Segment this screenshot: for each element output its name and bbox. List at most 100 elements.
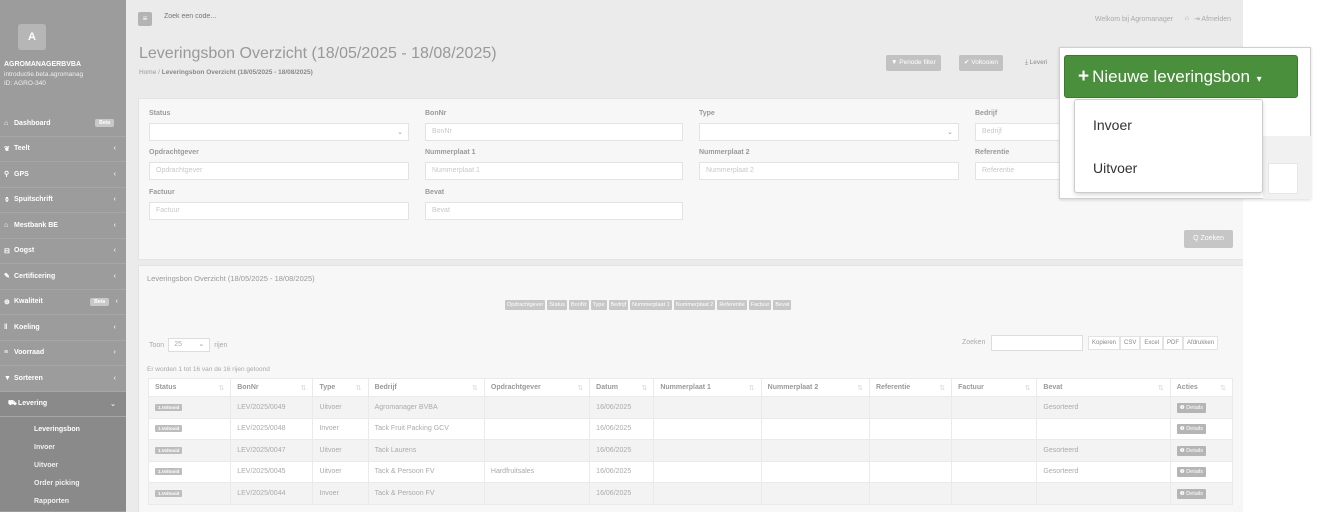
details-button[interactable]: ❶ Details xyxy=(1176,488,1207,499)
sidebar-item-koeling[interactable]: ǁ Koeling ‹ xyxy=(0,315,126,341)
pdf-button[interactable]: PDF xyxy=(1163,336,1184,350)
type-label: Type xyxy=(699,110,715,117)
column-toggle[interactable]: Bedrijf xyxy=(608,300,629,310)
sort-icon: ⇅ xyxy=(641,385,648,392)
column-toggles: Opdrachtgever Status BonNr Type Bedrijf … xyxy=(505,300,792,310)
bevat-cell xyxy=(1036,417,1171,440)
status-badge: 1.Voltooid xyxy=(155,425,183,433)
bevat-cell: Gesorteerd xyxy=(1036,439,1171,462)
column-toggle[interactable]: Nummerplaat 1 xyxy=(630,300,672,310)
sidebar-item-levering[interactable]: ⛟ Levering ⌄ xyxy=(0,391,126,417)
nummerplaat2-label: Nummerplaat 2 xyxy=(699,149,750,156)
home-icon[interactable]: ⌂ xyxy=(1185,15,1189,22)
excel-button[interactable]: Excel xyxy=(1140,336,1164,350)
column-toggle[interactable]: Opdrachtgever xyxy=(505,300,546,310)
top-bar: ≡ Welkom bij Agromanager ⌂ ⇥ Afmelden xyxy=(126,0,1243,40)
table-search-input[interactable] xyxy=(991,335,1083,351)
sidebar-item-label: Sorteren xyxy=(14,374,43,382)
sidebar-item-oogst[interactable]: ⊟ Oogst ‹ xyxy=(0,239,126,264)
sort-icon: ⇅ xyxy=(1157,385,1164,392)
column-header-factuur[interactable]: Factuur ⇅ xyxy=(951,378,1038,397)
table-search-label: Zoeken xyxy=(962,339,986,346)
column-header-nummerplaat2[interactable]: Nummerplaat 2 ⇅ xyxy=(760,378,870,397)
bonnr-label: BonNr xyxy=(425,110,447,117)
menu-toggle-icon[interactable]: ≡ xyxy=(138,12,152,26)
column-header-status[interactable]: Status ⇅ xyxy=(147,378,232,397)
column-toggle[interactable]: Nummerplaat 2 xyxy=(673,300,716,310)
factuur-input[interactable]: Factuur xyxy=(149,202,409,220)
sidebar: A AGROMANAGERBVBA introductie.beta.agrom… xyxy=(0,0,126,512)
page-size-select[interactable]: 25 ⌄ xyxy=(168,338,211,352)
referentie-label: Referentie xyxy=(975,149,1010,156)
column-header-datum[interactable]: Datum ⇅ xyxy=(589,378,655,397)
factuur-cell xyxy=(951,439,1038,462)
sidebar-subitem-leveringsbon[interactable]: Leveringsbon xyxy=(0,421,126,439)
sidebar-subitem-order-picking[interactable]: Order picking xyxy=(0,475,126,493)
column-header-opdrachtgever[interactable]: Opdrachtgever ⇅ xyxy=(483,378,591,397)
logout-link[interactable]: ⇥ Afmelden xyxy=(1194,15,1231,23)
datum-cell: 16/06/2025 xyxy=(589,439,655,462)
menu-item-invoer[interactable]: Invoer xyxy=(1093,117,1132,133)
search-button[interactable]: Q Zoeken xyxy=(1184,230,1233,248)
sidebar-item-gps[interactable]: ⚲ GPS ‹ xyxy=(0,162,126,188)
nummerplaat1-cell xyxy=(653,482,762,505)
sidebar-item-label: Voorraad xyxy=(14,349,45,357)
sidebar-item-certificering[interactable]: ✎ Certificering ‹ xyxy=(0,264,126,290)
sidebar-item-mestbank[interactable]: ⌂ Mestbank BE ‹ xyxy=(0,213,126,239)
bonnr-input[interactable]: BonNr xyxy=(425,123,683,141)
details-button[interactable]: ❶ Details xyxy=(1176,424,1207,435)
sidebar-item-voorraad[interactable]: ≡ Voorraad ‹ xyxy=(0,341,126,366)
csv-button[interactable]: CSV xyxy=(1120,336,1141,350)
sidebar-item-sorteren[interactable]: ▼ Sorteren ‹ xyxy=(0,366,126,392)
column-header-referentie[interactable]: Referentie ⇅ xyxy=(868,378,953,397)
menu-item-uitvoer[interactable]: Uitvoer xyxy=(1093,160,1137,176)
details-button[interactable]: ❶ Details xyxy=(1176,467,1207,478)
type-select[interactable]: ⌄ xyxy=(699,123,959,141)
period-filter-button[interactable]: ▼ Periode filter xyxy=(886,55,941,71)
sidebar-item-dashboard[interactable]: ⌂ Dashboard Beta xyxy=(0,111,126,137)
details-button[interactable]: ❶ Details xyxy=(1176,402,1207,413)
chevron-left-icon: ‹ xyxy=(113,349,116,357)
column-toggle[interactable]: Factuur xyxy=(748,300,772,310)
column-toggle[interactable]: Bevat xyxy=(773,300,792,310)
print-button[interactable]: Afdrukken xyxy=(1183,336,1219,350)
opdrachtgever-cell: Hardfruitsales xyxy=(483,460,591,483)
welcome-text: Welkom bij Agromanager xyxy=(1094,16,1173,23)
new-delivery-note-button[interactable]: + Nieuwe leveringsbon ▾ xyxy=(1064,55,1298,98)
nummerplaat1-cell xyxy=(653,396,762,419)
breadcrumb-home[interactable]: Home xyxy=(139,69,156,76)
column-header-bedrijf[interactable]: Bedrijf ⇅ xyxy=(367,378,485,397)
opdrachtgever-input[interactable]: Opdrachtgever xyxy=(149,162,409,180)
copy-button[interactable]: Kopieren xyxy=(1088,336,1121,350)
sidebar-subitem-invoer[interactable]: Invoer xyxy=(0,439,126,457)
export-button[interactable]: ⤓ Leveri xyxy=(1020,55,1052,71)
referentie-cell xyxy=(868,482,953,505)
details-button[interactable]: ❶ Details xyxy=(1176,445,1207,456)
column-toggle[interactable]: Type xyxy=(590,300,607,310)
sidebar-item-spuitschrift[interactable]: ⚱ Spuitschrift ‹ xyxy=(0,188,126,213)
nummerplaat1-input[interactable]: Nummerplaat 1 xyxy=(425,162,683,180)
code-search-input[interactable] xyxy=(164,13,364,20)
sidebar-item-label: Koeling xyxy=(14,323,40,331)
nummerplaat2-input[interactable]: Nummerplaat 2 xyxy=(699,162,959,180)
sidebar-item-kwaliteit[interactable]: ⊕ Kwaliteit Beta ‹ xyxy=(0,290,126,315)
column-header-acties[interactable]: Acties ⇅ xyxy=(1169,378,1234,397)
referentie-cell xyxy=(868,460,953,483)
column-toggle[interactable]: Referentie xyxy=(717,300,747,310)
column-toggle[interactable]: BonNr xyxy=(568,300,589,310)
column-header-bevat[interactable]: Bevat ⇅ xyxy=(1036,378,1171,397)
type-cell: Uitvoer xyxy=(312,460,369,483)
status-select[interactable]: ⌄ xyxy=(149,123,409,141)
complete-button[interactable]: ✔ Voltooien xyxy=(959,55,1003,71)
sidebar-item-teelt[interactable]: ❦ Teelt ‹ xyxy=(0,137,126,162)
bevat-input[interactable]: Bevat xyxy=(425,202,683,220)
column-header-bonnr[interactable]: BonNr ⇅ xyxy=(230,378,314,397)
sidebar-item-label: Kwaliteit xyxy=(14,298,43,306)
sidebar-subitem-rapporten[interactable]: Rapporten xyxy=(0,493,126,511)
column-header-type[interactable]: Type ⇅ xyxy=(312,378,369,397)
column-toggle[interactable]: Status xyxy=(547,300,567,310)
column-header-nummerplaat1[interactable]: Nummerplaat 1 ⇅ xyxy=(653,378,762,397)
bevat-cell: Gesorteerd xyxy=(1036,460,1171,483)
sidebar-subitem-uitvoer[interactable]: Uitvoer xyxy=(0,457,126,475)
quality-icon: ⊕ xyxy=(4,298,10,306)
